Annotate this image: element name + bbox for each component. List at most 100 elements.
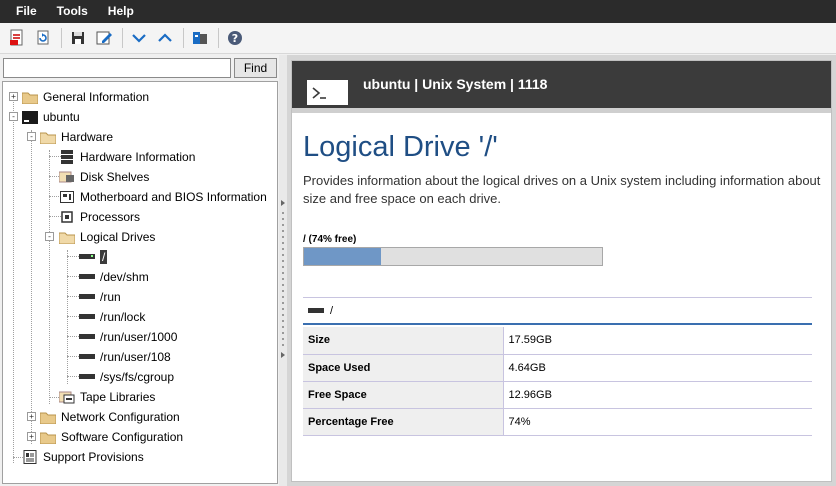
- tree-item-label: /: [100, 250, 108, 264]
- collapse-toggle[interactable]: -: [45, 232, 54, 241]
- tree-item-network-configuration[interactable]: Network Configuration: [40, 407, 180, 427]
- drive-icon: [79, 250, 95, 264]
- server-icon: [59, 150, 75, 164]
- table-row: Free Space 12.96GB: [303, 381, 812, 409]
- drive-icon: [79, 270, 95, 284]
- tree-connector: [67, 250, 68, 384]
- tree-item-tape-libraries[interactable]: Tape Libraries: [59, 387, 155, 407]
- collapse-down-icon[interactable]: [128, 27, 150, 49]
- toolbar-separator: [122, 28, 123, 48]
- navigation-tree[interactable]: + - - - + + General Information ubuntu H…: [2, 81, 278, 484]
- drive-heading-label: /: [330, 304, 334, 317]
- tree-item-disk-shelves[interactable]: Disk Shelves: [59, 167, 149, 187]
- processor-icon: [59, 210, 75, 224]
- tree-connector: [67, 376, 79, 377]
- tree-item-label: Support Provisions: [43, 450, 144, 464]
- tree-connector: [67, 296, 79, 297]
- terminal-icon: [305, 72, 350, 107]
- table-row: Percentage Free 74%: [303, 408, 812, 436]
- refresh-icon[interactable]: [32, 27, 54, 49]
- tree-item-label: Hardware: [61, 130, 114, 144]
- collapse-toggle[interactable]: -: [27, 132, 36, 141]
- tree-item-label: Tape Libraries: [80, 390, 156, 404]
- save-icon[interactable]: [67, 27, 89, 49]
- tree-connector: [67, 336, 79, 337]
- property-value: 12.96GB: [503, 381, 812, 409]
- collapse-up-icon[interactable]: [154, 27, 176, 49]
- tree-item-drive[interactable]: /run/user/108: [79, 347, 171, 367]
- help-icon[interactable]: ?: [224, 27, 246, 49]
- menu-bar: File Tools Help: [0, 0, 836, 23]
- property-key: Free Space: [303, 381, 504, 409]
- tree-item-hardware[interactable]: Hardware: [40, 127, 113, 147]
- folder-icon: [40, 430, 56, 444]
- tree-item-drive-root[interactable]: /: [79, 247, 108, 267]
- tree-item-motherboard[interactable]: Motherboard and BIOS Information: [59, 187, 267, 207]
- tree-item-drive[interactable]: /dev/shm: [79, 267, 149, 287]
- drive-icon: [79, 290, 95, 304]
- expand-toggle[interactable]: +: [27, 412, 36, 421]
- tree-item-general-information[interactable]: General Information: [22, 87, 149, 107]
- header-title: ubuntu | Unix System | 1118: [363, 76, 548, 92]
- database-icon[interactable]: [189, 27, 211, 49]
- tree-item-label: /run: [100, 290, 121, 304]
- menu-file[interactable]: File: [6, 0, 47, 23]
- collapse-toggle[interactable]: -: [9, 112, 18, 121]
- splitter-grip-icon[interactable]: [281, 200, 285, 360]
- tree-item-label: Processors: [80, 210, 141, 224]
- table-row: Size 17.59GB: [303, 327, 812, 355]
- tree-item-hardware-information[interactable]: Hardware Information: [59, 147, 195, 167]
- page-title: Logical Drive '/': [303, 131, 498, 163]
- tree-item-label: Logical Drives: [80, 230, 156, 244]
- toolbar-separator: [61, 28, 62, 48]
- tape-library-icon: [59, 390, 75, 404]
- toolbar: ?: [0, 23, 836, 54]
- disk-shelf-icon: [59, 170, 75, 184]
- tree-connector: [67, 356, 79, 357]
- property-value: 4.64GB: [503, 354, 812, 382]
- property-value: 17.59GB: [503, 327, 812, 355]
- tree-item-drive[interactable]: /sys/fs/cgroup: [79, 367, 174, 387]
- edit-icon[interactable]: [93, 27, 115, 49]
- expand-toggle[interactable]: +: [9, 92, 18, 101]
- tree-item-label: Software Configuration: [61, 430, 184, 444]
- details-panel: ubuntu | Unix System | 1118 Logical Driv…: [287, 55, 836, 486]
- header-accent: [292, 108, 831, 113]
- expand-toggle[interactable]: +: [27, 432, 36, 441]
- tree-connector: [13, 96, 14, 463]
- search-input[interactable]: [3, 58, 231, 78]
- toolbar-separator: [218, 28, 219, 48]
- tree-item-support-provisions[interactable]: Support Provisions: [22, 447, 144, 467]
- tree-item-drive[interactable]: /run/user/1000: [79, 327, 177, 347]
- menu-help[interactable]: Help: [98, 0, 144, 23]
- tree-connector: [67, 256, 79, 257]
- svg-text:?: ?: [232, 32, 238, 45]
- panel-splitter[interactable]: [279, 55, 287, 486]
- export-pdf-icon[interactable]: [6, 27, 28, 49]
- menu-tools[interactable]: Tools: [47, 0, 98, 23]
- drive-icon: [79, 350, 95, 364]
- page-description: Provides information about the logical d…: [303, 173, 821, 206]
- property-key: Space Used: [303, 354, 504, 382]
- navigation-panel: Find + - - - + + General Information ubu…: [0, 55, 279, 486]
- tree-connector: [67, 316, 79, 317]
- find-button[interactable]: Find: [234, 58, 277, 78]
- tree-item-processors[interactable]: Processors: [59, 207, 140, 227]
- tree-item-ubuntu[interactable]: ubuntu: [22, 107, 80, 127]
- tree-item-drive[interactable]: /run: [79, 287, 121, 307]
- drive-icon: [79, 370, 95, 384]
- folder-open-icon: [40, 130, 56, 144]
- tree-item-logical-drives[interactable]: Logical Drives: [59, 227, 155, 247]
- toolbar-separator: [183, 28, 184, 48]
- usage-bar: [303, 247, 603, 266]
- property-key: Size: [303, 327, 504, 355]
- table-row: Space Used 4.64GB: [303, 354, 812, 382]
- usage-bar-fill: [304, 248, 382, 265]
- tree-item-drive[interactable]: /run/lock: [79, 307, 145, 327]
- folder-open-icon: [59, 230, 75, 244]
- support-document-icon: [22, 450, 38, 464]
- tree-item-label: /sys/fs/cgroup: [100, 370, 175, 384]
- details-content: ubuntu | Unix System | 1118 Logical Driv…: [291, 60, 832, 482]
- tree-item-software-configuration[interactable]: Software Configuration: [40, 427, 183, 447]
- motherboard-icon: [59, 190, 75, 204]
